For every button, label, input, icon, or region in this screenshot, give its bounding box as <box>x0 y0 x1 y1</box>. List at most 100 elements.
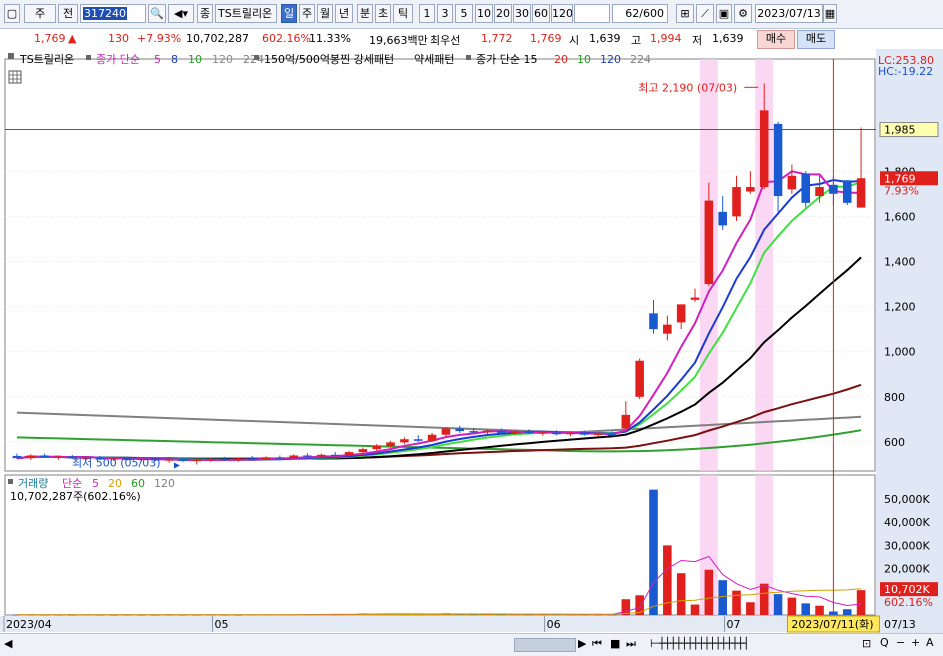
rewind-icon[interactable]: ⏮ <box>592 637 602 651</box>
chart-background <box>0 49 943 633</box>
volume-bar <box>787 597 797 615</box>
minus-icon[interactable]: − <box>896 636 905 650</box>
candle-body <box>344 452 354 456</box>
candle-body <box>455 428 465 432</box>
legend-ma2-period: 120 <box>600 53 621 66</box>
volume-bar <box>621 599 631 615</box>
forward-icon[interactable]: ⏭ <box>626 637 636 651</box>
candle-body <box>759 110 769 188</box>
turnover-rate: 11.33% <box>309 32 351 45</box>
toolbar-fav-button[interactable]: 종 <box>197 4 213 23</box>
xaxis-label: 06 <box>547 618 561 631</box>
candle-body <box>26 455 36 459</box>
candle-body <box>566 432 575 435</box>
candle-body <box>621 414 631 429</box>
toolbar-daily-button[interactable]: 일 <box>281 4 297 23</box>
volume-bar <box>801 603 811 615</box>
scroll-right-icon[interactable]: ▶ <box>578 637 586 651</box>
toolbar-n1-button[interactable]: 1 <box>419 4 435 23</box>
toolbar-minute-button[interactable]: 분 <box>357 4 373 23</box>
stock-chart[interactable]: 06/2607/03 6008001,0001,2001,4001,6001,8… <box>0 49 943 633</box>
toolbar-period-button[interactable]: 주 <box>24 4 56 23</box>
save-icon[interactable]: ▣ <box>716 4 732 23</box>
change-rate: +7.93% <box>137 32 182 45</box>
toolbar-prev-button[interactable]: 전 <box>58 4 78 23</box>
date-field[interactable]: 2023/07/13 <box>755 4 823 23</box>
toolbar-n120-button[interactable]: 120 <box>551 4 573 23</box>
toolbar-n20-button[interactable]: 20 <box>494 4 512 23</box>
zoom-out-icon[interactable]: Q <box>880 636 889 650</box>
toolbar-n30-button[interactable]: 30 <box>513 4 531 23</box>
window-icon[interactable]: ▢ <box>4 4 20 23</box>
open-label: 시 <box>569 34 580 47</box>
toolbar-sound-button[interactable]: ◀▾ <box>168 4 194 23</box>
price-tick-label: 1,600 <box>884 210 916 223</box>
candle-body <box>54 456 63 458</box>
up-arrow-icon: ▲ <box>68 32 77 45</box>
candle-body <box>538 432 548 434</box>
legend-ma-period: 5 <box>154 53 161 66</box>
legend-weak-text: 약세패턴 <box>414 52 454 66</box>
fit-icon[interactable]: ⊡ <box>862 637 871 651</box>
candle-body <box>164 459 174 461</box>
volume-legend-dot-icon <box>8 479 13 484</box>
candle-body <box>40 455 49 458</box>
candle-body <box>234 458 243 461</box>
tool-icon[interactable]: ⊞ <box>676 4 694 23</box>
current-price: 1,769 <box>34 32 66 45</box>
font-size-icon[interactable]: A <box>926 636 934 650</box>
low-label: 저 <box>692 34 703 47</box>
toolbar-tick-button[interactable]: 틱 <box>393 4 413 23</box>
price-tick-label: 1,400 <box>884 255 916 268</box>
buy-button[interactable]: 매수 <box>757 30 795 49</box>
line-tool-icon[interactable]: ⟋ <box>696 4 714 23</box>
calendar-icon[interactable]: ▦ <box>823 4 837 23</box>
toolbar-search-button[interactable]: 🔍 <box>148 4 166 23</box>
toolbar-n3-button[interactable]: 3 <box>437 4 453 23</box>
volume-legend-label: 거래량 <box>18 477 48 490</box>
volume-legend-ma-label: 단순 <box>62 477 82 490</box>
min-annotation: 최저 500 (05/03) <box>72 456 161 469</box>
legend-ma2-period: 20 <box>554 53 568 66</box>
toolbar-monthly-button[interactable]: 월 <box>317 4 333 23</box>
candle-body <box>358 449 368 453</box>
gear-icon[interactable]: ⚙ <box>734 4 752 23</box>
volume-bar <box>856 590 866 615</box>
scroll-thumb[interactable] <box>514 638 576 652</box>
zoom-slider-icon[interactable]: ⊢┼┼┼┼┼┼┼┼┼┼┼┼┼┼┼┤ <box>650 637 750 651</box>
volume-current-label: 10,702K <box>884 583 930 596</box>
candle-body <box>732 187 741 217</box>
toolbar-second-button[interactable]: 초 <box>375 4 391 23</box>
volume-legend-period: 5 <box>92 477 99 490</box>
xaxis-bar <box>0 616 876 632</box>
period-input[interactable] <box>574 4 610 23</box>
scroll-bar: ◀ ▶ ⏮ ■ ⏭ ⊢┼┼┼┼┼┼┼┼┼┼┼┼┼┼┼┤ ⊡ Q − + A <box>0 633 943 656</box>
volume-bar <box>842 609 852 615</box>
high-label: 고 <box>631 34 642 47</box>
toolbar-n10-button[interactable]: 10 <box>475 4 493 23</box>
ask-price: 1,772 <box>481 32 513 45</box>
high-price: 1,994 <box>650 32 682 45</box>
volume-bar <box>746 602 755 615</box>
candle-body <box>842 180 852 203</box>
toolbar-n60-button[interactable]: 60 <box>532 4 550 23</box>
legend-dot-icon <box>86 55 91 60</box>
stop-icon[interactable]: ■ <box>610 637 620 651</box>
candle-body <box>801 173 811 203</box>
candle-body <box>496 430 506 433</box>
plus-icon[interactable]: + <box>911 636 920 650</box>
toolbar-yearly-button[interactable]: 년 <box>335 4 353 23</box>
candle-body <box>663 324 672 334</box>
toolbar-n5-button[interactable]: 5 <box>455 4 473 23</box>
candle-body <box>372 445 382 450</box>
sell-button[interactable]: 매도 <box>797 30 835 49</box>
candle-body <box>746 187 755 192</box>
toolbar-weekly-button[interactable]: 주 <box>299 4 315 23</box>
candle-body <box>469 431 478 433</box>
stock-code-input[interactable]: 317240 <box>80 4 146 23</box>
scroll-left-icon[interactable]: ◀ <box>4 637 12 651</box>
candle-body <box>510 431 520 433</box>
count-field[interactable]: 62/600 <box>612 4 668 23</box>
table-icon[interactable] <box>8 70 22 84</box>
price-change: 130 <box>108 32 129 45</box>
